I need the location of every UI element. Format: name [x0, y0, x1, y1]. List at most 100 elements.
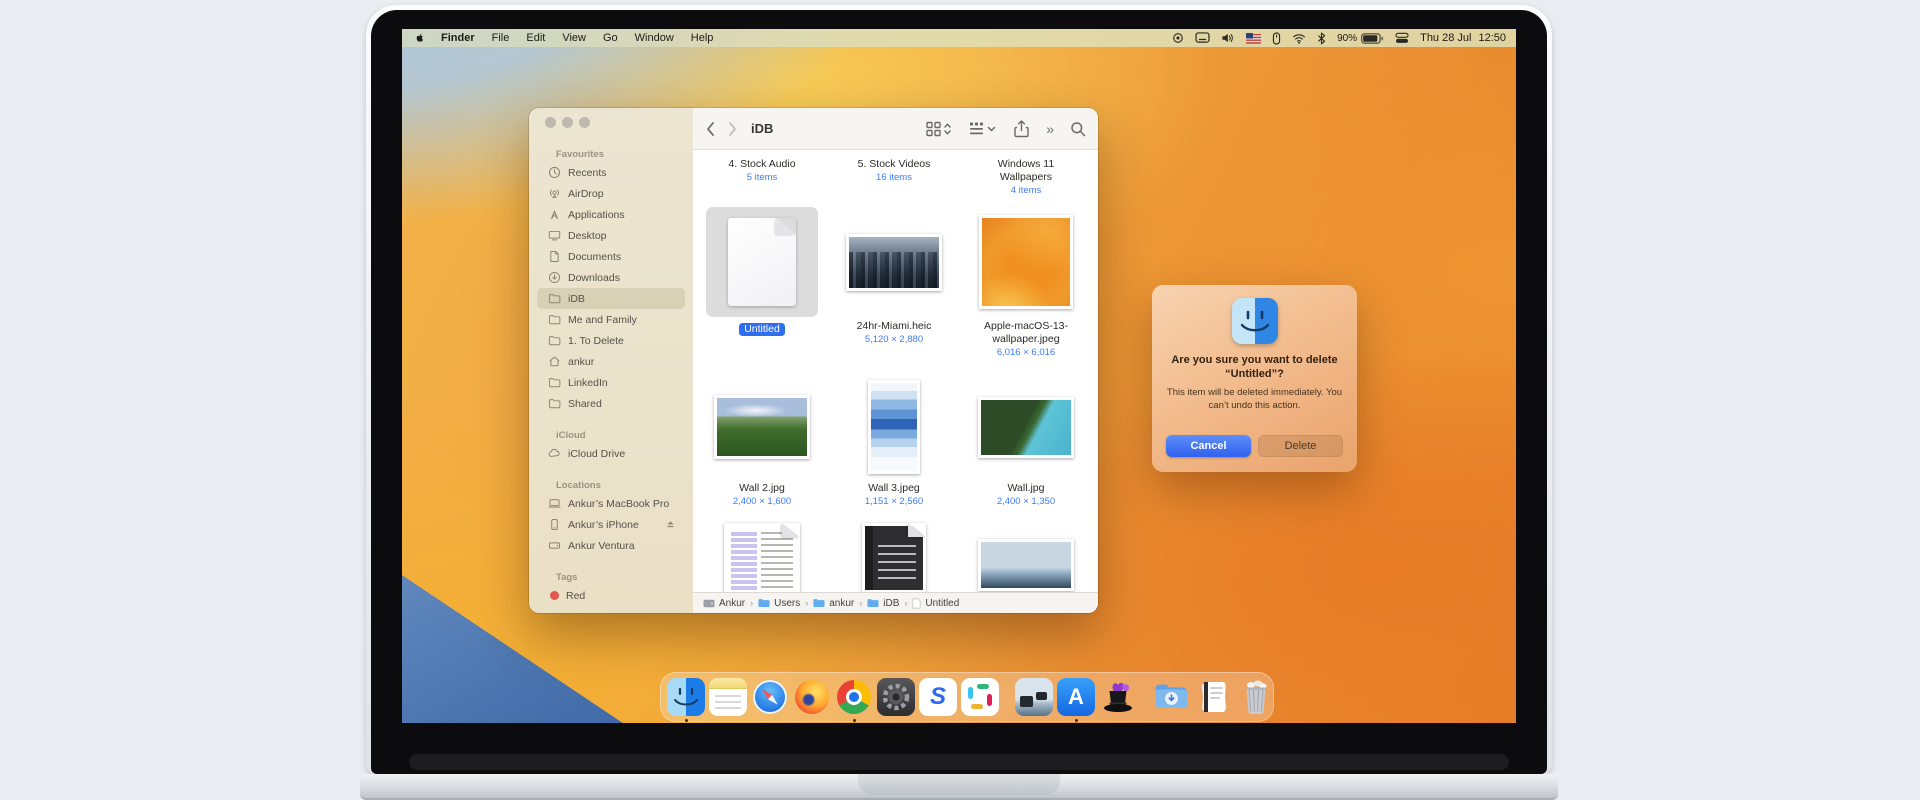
menu-item-file[interactable]: File [492, 32, 510, 44]
file-item-clipped-dark-document[interactable] [828, 523, 960, 592]
file-item-wall-3[interactable]: Wall 3.jpeg 1,151 × 2,560 [828, 372, 960, 507]
sidebar-item-recents[interactable]: Recents [537, 162, 685, 183]
menu-item-window[interactable]: Window [635, 32, 674, 44]
sidebar-item-label: Recents [568, 167, 607, 179]
folder-icon [548, 397, 561, 410]
dock-simplenote-icon[interactable]: S [919, 678, 957, 716]
sidebar-item-shared[interactable]: Shared [537, 393, 685, 414]
file-item-miami[interactable]: 24hr-Miami.heic 5,120 × 2,880 [828, 204, 960, 358]
more-toolbar-items-button[interactable]: » [1046, 121, 1053, 137]
input-source-flag-icon[interactable] [1246, 33, 1261, 44]
sidebar-item-to-delete[interactable]: 1. To Delete [537, 330, 685, 351]
dark-document-icon [862, 523, 926, 592]
folder-icon [548, 292, 561, 305]
desktop-icon [548, 229, 561, 242]
path-bar: Ankur › Users › ankur › iDB › Untitled [693, 592, 1098, 613]
sidebar-item-documents[interactable]: Documents [537, 246, 685, 267]
delete-button[interactable]: Delete [1258, 435, 1343, 457]
sidebar-item-applications[interactable]: Applications [537, 204, 685, 225]
dock-photo-preview-icon[interactable] [1015, 678, 1053, 716]
battery-percent: 90% [1337, 33, 1357, 44]
file-item-wall-2[interactable]: Wall 2.jpg 2,400 × 1,600 [696, 372, 828, 507]
hinge [409, 754, 1509, 770]
sidebar-item-label: Desktop [568, 230, 607, 242]
dock-firefox-icon[interactable] [793, 678, 831, 716]
sidebar-item-desktop[interactable]: Desktop [537, 225, 685, 246]
file-item-clipped-spreadsheet[interactable] [696, 523, 828, 592]
sidebar-item-icloud-drive[interactable]: iCloud Drive [537, 443, 685, 464]
menu-item-view[interactable]: View [562, 32, 586, 44]
sidebar-item-ankur-home[interactable]: ankur [537, 351, 685, 372]
dock-magic-hat-icon[interactable] [1099, 678, 1137, 716]
sidebar-item-label: Red [566, 590, 585, 602]
home-icon [548, 355, 561, 368]
dock-app-store-icon[interactable]: A [1057, 678, 1095, 716]
menu-item-finder[interactable]: Finder [441, 32, 475, 44]
sidebar-item-me-and-family[interactable]: Me and Family [537, 309, 685, 330]
sidebar-item-iphone[interactable]: Ankur’s iPhone [537, 514, 685, 535]
bluetooth-icon[interactable] [1317, 32, 1326, 45]
folder-item-stock-audio[interactable]: 4. Stock Audio 5 items [696, 158, 828, 196]
file-item-untitled[interactable]: Untitled [696, 204, 828, 358]
menu-bar-clock[interactable]: Thu 28 Jul 12:50 [1420, 32, 1506, 44]
sidebar-item-label: Me and Family [568, 314, 637, 326]
forward-button[interactable] [728, 121, 738, 137]
folder-item-windows-11-wallpapers[interactable]: Windows 11 Wallpapers 4 items [960, 158, 1092, 196]
path-item-ankur-disk[interactable]: Ankur [703, 598, 745, 609]
file-item-apple-wallpaper[interactable]: Apple-macOS-13-wallpaper.jpeg 6,016 × 6,… [960, 204, 1092, 358]
apple-menu-icon[interactable] [412, 31, 424, 45]
menu-item-go[interactable]: Go [603, 32, 618, 44]
sidebar-item-label: Shared [568, 398, 602, 410]
spreadsheet-document-icon [724, 523, 800, 592]
view-options-icon[interactable] [926, 121, 952, 137]
control-center-icon[interactable] [1395, 32, 1409, 44]
sidebar-section-locations: Locations [556, 480, 693, 491]
sidebar-item-idb[interactable]: iDB [537, 288, 685, 309]
display-icon[interactable] [1195, 32, 1210, 44]
path-item-untitled[interactable]: Untitled [912, 598, 959, 609]
sidebar-item-linkedin[interactable]: LinkedIn [537, 372, 685, 393]
dock-finder-icon[interactable] [667, 678, 705, 716]
dock-chrome-icon[interactable] [835, 678, 873, 716]
photo-thumbnail [978, 539, 1074, 591]
search-icon[interactable] [1070, 121, 1086, 137]
sidebar-item-macbook-pro[interactable]: Ankur’s MacBook Pro [537, 493, 685, 514]
path-item-idb[interactable]: iDB [867, 598, 899, 609]
group-by-icon[interactable] [969, 121, 997, 137]
dock-slack-icon[interactable] [961, 678, 999, 716]
desktop-wallpaper: Finder File Edit View Go Window Help [402, 29, 1516, 723]
dock-notes-icon[interactable] [709, 678, 747, 716]
file-item-wall[interactable]: Wall.jpg 2,400 × 1,350 [960, 372, 1092, 507]
minimize-button[interactable] [562, 117, 573, 128]
sidebar-item-tag-red[interactable]: Red [537, 585, 685, 606]
menu-item-edit[interactable]: Edit [526, 32, 545, 44]
cancel-button[interactable]: Cancel [1166, 435, 1251, 457]
close-button[interactable] [545, 117, 556, 128]
laptop-icon [548, 497, 561, 510]
sidebar-item-ankur-ventura[interactable]: Ankur Ventura [537, 535, 685, 556]
menu-item-help[interactable]: Help [691, 32, 714, 44]
path-item-users[interactable]: Users [758, 598, 800, 609]
file-item-clipped-photo[interactable] [960, 523, 1092, 592]
folder-item-stock-videos[interactable]: 5. Stock Videos 16 items [828, 158, 960, 196]
page: { "colors": { "accent_blue": "#2f6fed", … [0, 0, 1920, 800]
zoom-button[interactable] [579, 117, 590, 128]
screen-record-icon[interactable] [1172, 32, 1184, 44]
volume-icon[interactable] [1221, 32, 1235, 44]
path-item-ankur[interactable]: ankur [813, 598, 854, 609]
dock-system-settings-icon[interactable] [877, 678, 915, 716]
dock-document-stack-icon[interactable] [1195, 678, 1233, 716]
wifi-icon[interactable] [1292, 33, 1306, 44]
eject-icon[interactable] [664, 519, 677, 530]
battery-icon[interactable] [1361, 33, 1384, 44]
sidebar-item-airdrop[interactable]: AirDrop [537, 183, 685, 204]
dock-trash-icon[interactable] [1237, 678, 1275, 716]
dock-downloads-folder-icon[interactable] [1153, 678, 1191, 716]
photo-thumbnail [846, 234, 942, 291]
sidebar-item-label: ankur [568, 356, 594, 368]
sidebar-item-downloads[interactable]: Downloads [537, 267, 685, 288]
back-button[interactable] [705, 121, 715, 137]
peripheral-icon[interactable] [1272, 32, 1281, 45]
dock-safari-icon[interactable] [751, 678, 789, 716]
share-icon[interactable] [1014, 120, 1029, 138]
